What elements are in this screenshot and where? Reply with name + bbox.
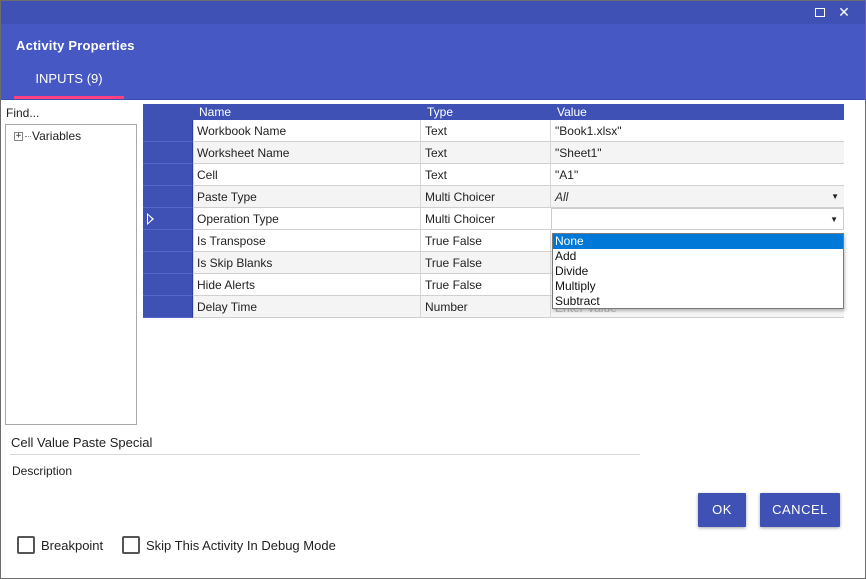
property-name: Delay Time: [197, 300, 258, 314]
table-row-active[interactable]: Operation Type Multi Choicer ▼: [143, 208, 844, 230]
dialog-header: ✕ Activity Properties INPUTS (9): [0, 0, 866, 100]
row-selector[interactable]: [143, 164, 193, 186]
row-selector[interactable]: [143, 120, 193, 142]
property-name: Worksheet Name: [197, 146, 290, 160]
tree-item-label: Variables: [32, 129, 82, 143]
variables-tree[interactable]: + Variables: [5, 124, 137, 425]
table-row[interactable]: Paste Type Multi Choicer All ▼: [143, 186, 844, 208]
property-value[interactable]: "Sheet1": [555, 146, 602, 160]
dialog-title: Activity Properties: [16, 38, 135, 53]
property-name: Is Skip Blanks: [197, 256, 273, 270]
breakpoint-checkbox[interactable]: [17, 536, 35, 554]
maximize-icon[interactable]: [810, 3, 830, 21]
property-type: Text: [425, 146, 448, 160]
row-selector[interactable]: [143, 208, 193, 230]
breakpoint-option[interactable]: Breakpoint: [17, 536, 103, 554]
property-type: Multi Choicer: [425, 190, 496, 204]
table-row[interactable]: Workbook Name Text "Book1.xlsx": [143, 120, 844, 142]
tree-item-variables[interactable]: + Variables: [14, 129, 81, 143]
row-selector[interactable]: [143, 296, 193, 318]
activity-name: Cell Value Paste Special: [11, 435, 153, 450]
column-header-value[interactable]: Value: [557, 105, 587, 119]
property-type: True False: [425, 278, 482, 292]
dropdown-option[interactable]: Multiply: [553, 279, 843, 294]
skip-debug-option[interactable]: Skip This Activity In Debug Mode: [122, 536, 336, 554]
row-selector[interactable]: [143, 230, 193, 252]
row-selector[interactable]: [143, 142, 193, 164]
property-name: Paste Type: [197, 190, 257, 204]
skip-debug-label: Skip This Activity In Debug Mode: [146, 537, 336, 553]
ok-button[interactable]: OK: [698, 493, 746, 527]
close-icon[interactable]: ✕: [834, 3, 854, 21]
table-row[interactable]: Cell Text "A1": [143, 164, 844, 186]
chevron-down-icon[interactable]: ▼: [831, 192, 839, 201]
property-type: Text: [425, 168, 448, 182]
dropdown-option[interactable]: Add: [553, 249, 843, 264]
plus-icon[interactable]: +: [14, 131, 23, 141]
row-pointer-icon: [147, 213, 154, 225]
property-type: Multi Choicer: [425, 212, 496, 226]
column-header-type[interactable]: Type: [427, 105, 453, 119]
property-name: Hide Alerts: [197, 278, 256, 292]
property-name: Cell: [197, 168, 218, 182]
breakpoint-label: Breakpoint: [41, 537, 104, 553]
property-value[interactable]: "A1": [555, 168, 578, 182]
description-label[interactable]: Description: [12, 464, 72, 478]
property-name: Operation Type: [197, 212, 279, 226]
property-name: Workbook Name: [197, 124, 287, 138]
tree-connector: [25, 135, 31, 137]
dropdown-option[interactable]: Subtract: [553, 294, 843, 309]
paste-type-select[interactable]: All: [555, 190, 568, 204]
grid-header: Name Type Value: [143, 104, 844, 120]
tab-active-indicator: [14, 96, 124, 99]
property-value[interactable]: "Book1.xlsx": [555, 124, 622, 138]
find-label[interactable]: Find...: [6, 106, 39, 120]
row-selector[interactable]: [143, 186, 193, 208]
property-name: Is Transpose: [197, 234, 266, 248]
column-header-name[interactable]: Name: [199, 105, 231, 119]
operation-type-dropdown[interactable]: None Add Divide Multiply Subtract: [552, 233, 844, 309]
table-row[interactable]: Worksheet Name Text "Sheet1": [143, 142, 844, 164]
dropdown-option[interactable]: None: [553, 234, 843, 249]
dropdown-option[interactable]: Divide: [553, 264, 843, 279]
divider: [10, 454, 640, 455]
chevron-down-icon[interactable]: ▼: [830, 215, 838, 224]
property-type: True False: [425, 234, 482, 248]
skip-debug-checkbox[interactable]: [122, 536, 140, 554]
property-type: Text: [425, 124, 448, 138]
property-type: Number: [425, 300, 468, 314]
row-selector[interactable]: [143, 274, 193, 296]
cancel-button[interactable]: CANCEL: [760, 493, 840, 527]
operation-type-select[interactable]: ▼: [551, 208, 844, 230]
property-type: True False: [425, 256, 482, 270]
row-selector[interactable]: [143, 252, 193, 274]
title-bar: ✕: [0, 0, 866, 24]
